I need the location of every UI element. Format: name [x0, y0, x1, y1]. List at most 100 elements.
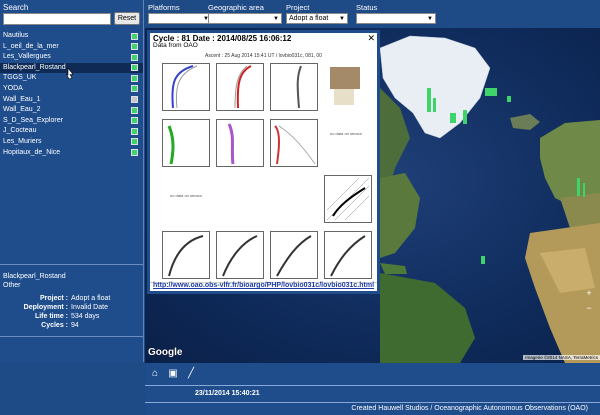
platform-status-swatch[interactable]: [131, 96, 138, 104]
filter-platforms: Platforms ▼: [148, 3, 212, 24]
filter-geo-label: Geographic area: [208, 3, 264, 12]
platform-status-swatch[interactable]: [131, 138, 138, 146]
platforms-select[interactable]: ▼: [148, 13, 212, 24]
platform-status-swatch[interactable]: [131, 64, 138, 72]
platform-name: TGGS_UK: [3, 74, 37, 82]
sidebar-divider: [0, 264, 143, 265]
plot-density: [270, 63, 318, 111]
map-attribution: Imagerie ©2014 NASA, TerraMetrics: [523, 355, 600, 360]
platform-item[interactable]: Nautilus: [0, 31, 143, 42]
plot-par-4: [324, 231, 372, 279]
platform-item[interactable]: Wall_Eau_2: [0, 105, 143, 116]
home-icon[interactable]: ⌂: [149, 368, 161, 380]
search-input[interactable]: [3, 13, 111, 25]
platform-status-swatch[interactable]: [131, 117, 138, 125]
info-name: Blackpearl_Rostand: [3, 273, 66, 280]
footer-credit: Created Hauwell Studios / Oceanographic …: [351, 405, 588, 412]
app-root: Search Reset Nautilus L_oeil_de_la_mer Les…: [0, 0, 600, 415]
platform-name: Les_Vallergues: [3, 53, 51, 61]
filter-geo: Geographic area ▼: [208, 3, 282, 24]
plot-par-2: [216, 231, 264, 279]
platform-name: Wall_Eau_1: [3, 95, 41, 103]
info-cycles-label: Cycles :: [41, 322, 68, 329]
project-select[interactable]: Adopt a float ▼: [286, 13, 348, 24]
chevron-down-icon: ▼: [339, 15, 345, 22]
google-logo: Google: [148, 347, 183, 358]
platform-status-swatch[interactable]: [131, 32, 138, 40]
platform-name: Hopitaux_de_Nice: [3, 148, 61, 156]
platform-status-swatch[interactable]: [131, 149, 138, 157]
plot-par-3: [270, 231, 318, 279]
cycle-popup: Cycle : 81 Date : 2014/08/25 16:06:12 Da…: [147, 30, 380, 294]
platform-info: Blackpearl_Rostand Other Project : Adopt …: [3, 272, 141, 330]
plot-profile-bars: [324, 63, 372, 111]
no-data-label-2: no data on sensor: [169, 193, 203, 198]
popup-plots: Ascent : 25 Aug 2014 15:41 UT / lovbio03…: [150, 51, 377, 283]
info-deployment-label: Deployment :: [23, 304, 68, 311]
plot-chlorophyll: [162, 119, 210, 167]
info-category: Other: [3, 282, 21, 289]
info-cycles: 94: [71, 322, 79, 329]
platform-status-swatch[interactable]: [131, 53, 138, 61]
popup-link[interactable]: http://www.oao.obs-vlfr.fr/bioargo/PHP/l…: [153, 282, 374, 289]
platform-item[interactable]: YODA: [0, 84, 143, 95]
info-lifetime-label: Life time :: [34, 313, 68, 320]
popup-subtitle: Data from OAO: [153, 42, 198, 49]
platform-status-swatch[interactable]: [131, 85, 138, 93]
status-select[interactable]: ▼: [356, 13, 436, 24]
platform-status-swatch[interactable]: [131, 43, 138, 51]
filter-status-label: Status: [356, 3, 378, 12]
plot-salinity: [216, 63, 264, 111]
zoom-out-icon[interactable]: −: [584, 303, 594, 313]
platform-name: S_D_Sea_Explorer: [3, 116, 63, 124]
zoom-in-icon[interactable]: +: [584, 288, 594, 298]
mouse-cursor-icon: [65, 67, 74, 80]
platform-item[interactable]: L_oeil_de_la_mer: [0, 42, 143, 53]
reset-button[interactable]: Reset: [114, 12, 140, 25]
filter-project-label: Project: [286, 3, 310, 12]
plot-cdom: [216, 119, 264, 167]
platform-name: Les_Muriers: [3, 137, 42, 145]
filter-platforms-label: Platforms: [148, 3, 180, 12]
chevron-down-icon: ▼: [273, 15, 279, 22]
info-lifetime: 534 days: [71, 313, 100, 320]
platform-name: Blackpearl_Rostand: [3, 63, 66, 71]
platform-item[interactable]: J_Cocteau: [0, 126, 143, 137]
plot-par-1: [162, 231, 210, 279]
platform-item[interactable]: Les_Muriers: [0, 137, 143, 148]
filter-project: Project Adopt a float ▼: [286, 3, 348, 24]
info-deployment: Invalid Date: [71, 304, 108, 311]
info-project: Adopt a float: [71, 295, 111, 302]
bottom-divider-2: [145, 402, 600, 403]
sidebar: Search Reset Nautilus L_oeil_de_la_mer Les…: [0, 0, 144, 362]
geo-select[interactable]: ▼: [208, 13, 282, 24]
timestamp: 23/11/2014 15:40:21: [195, 390, 260, 397]
platform-name: J_Cocteau: [3, 127, 37, 135]
platform-item[interactable]: Les_Vallergues: [0, 52, 143, 63]
platform-item[interactable]: Hopitaux_de_Nice: [0, 148, 143, 159]
info-project-label: Project :: [39, 295, 68, 302]
layers-icon[interactable]: ▣: [167, 368, 179, 380]
platform-status-swatch[interactable]: [131, 127, 138, 135]
plot-header: Ascent : 25 Aug 2014 15:41 UT / lovbio03…: [205, 53, 322, 59]
plot-temperature: [162, 63, 210, 111]
chevron-down-icon: ▼: [427, 15, 433, 22]
platform-name: Wall_Eau_2: [3, 106, 41, 114]
platform-status-swatch[interactable]: [131, 106, 138, 114]
plot-backscatter: [270, 119, 318, 167]
platform-list: Nautilus L_oeil_de_la_mer Les_Vallergues Bl…: [0, 31, 143, 158]
platform-name: L_oeil_de_la_mer: [3, 42, 59, 50]
filter-status: Status ▼: [356, 3, 436, 24]
search-label: Search: [3, 3, 29, 12]
platform-item[interactable]: Wall_Eau_1: [0, 95, 143, 106]
platform-item[interactable]: S_D_Sea_Explorer: [0, 116, 143, 127]
project-select-value: Adopt a float: [289, 15, 329, 22]
platform-name: Nautilus: [3, 32, 29, 39]
close-icon[interactable]: ✕: [367, 33, 375, 44]
plot-ts-diagram: [324, 175, 372, 223]
platform-status-swatch[interactable]: [131, 74, 138, 82]
platform-name: YODA: [3, 84, 23, 92]
ruler-icon[interactable]: ╱: [185, 368, 197, 380]
no-data-label-1: no data on sensor: [329, 131, 363, 136]
bottom-divider: [145, 385, 600, 386]
